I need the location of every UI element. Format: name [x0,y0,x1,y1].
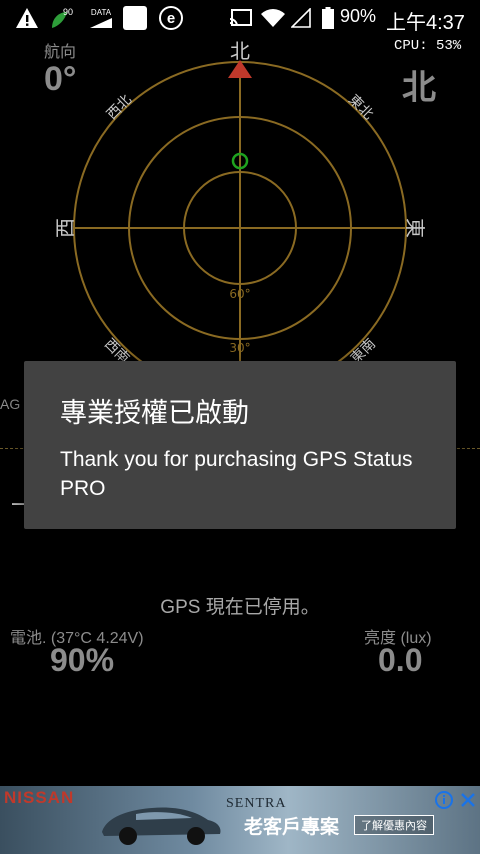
app-e-icon: e [158,6,184,30]
elevation-30-label: 30° [229,341,250,355]
ad-brand: NISSAN [4,788,75,807]
brightness-panel-value: 0.0 [378,642,423,678]
car-image-icon [102,807,221,845]
elevation-60-label: 60° [229,287,250,301]
compass-W: 西 [53,218,77,238]
dialog-title: 專業授權已啟動 [60,398,249,428]
ad-cta-button[interactable]: 了解優惠內容 [354,815,434,835]
ad-info-icon[interactable] [434,790,454,810]
battery-icon [320,6,336,30]
cast-icon [228,6,254,30]
compass-NW: 西北 [104,92,135,123]
dialog-message: Thank you for purchasing GPS Status PRO [60,448,413,500]
battery-percent: 90% [340,6,377,26]
warning-icon [14,6,40,30]
notification-square-icon [122,6,148,30]
compass-E: 東 [403,218,427,238]
compass-N: 北 [230,39,250,63]
ad-model: SENTRA [226,796,287,811]
partial-label-left: AG [0,396,21,412]
data-icon: DATA [86,6,116,30]
status-bar: 90 DATA e 90% 上午4:37 [0,0,480,36]
app-letter: e [159,6,183,30]
battery-panel-value: 90% [50,642,115,678]
license-dialog[interactable]: 專業授權已啟動 Thank you for purchasing GPS Sta… [24,361,456,529]
signal-small-label: 90 [63,7,73,17]
gps-status-text: GPS 現在已停用。 [160,597,320,618]
clock: 上午4:37 [386,12,465,34]
signal-leaf-icon: 90 [48,6,78,30]
compass-dial: 北 西 東 西北 東北 西南 東南 60° 30° [53,39,427,366]
data-label: DATA [90,7,112,17]
ad-close-icon[interactable] [458,790,478,810]
cell-signal-icon [290,6,312,30]
ad-headline: 老客戶專案 [244,816,340,838]
ad-banner[interactable]: NISSAN SENTRA 老客戶專案 了解優惠內容 [0,786,480,854]
compass-NE: 東北 [345,92,376,123]
wifi-icon [260,6,286,30]
